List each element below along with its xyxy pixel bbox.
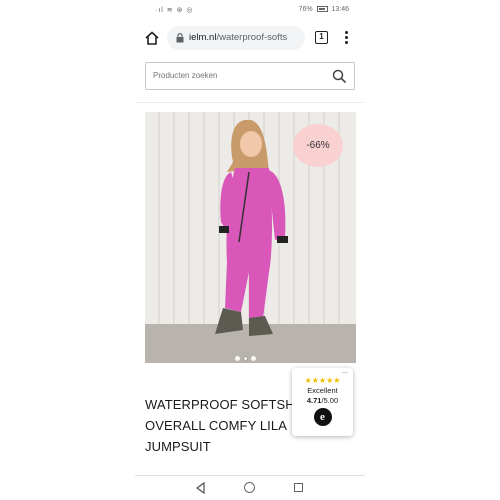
star-rating-icon: ★★★★★ [304,376,341,385]
recent-apps-icon[interactable] [294,483,303,492]
search-input[interactable] [153,71,323,80]
discount-badge: -66% [293,124,343,167]
rating-score: 4.71/5.00 [292,396,353,405]
rating-value: 4.71 [306,396,322,405]
rating-label: Excellent [307,386,338,395]
tab-switcher-button[interactable]: 1 [315,31,328,44]
back-icon[interactable] [195,482,206,494]
product-title-line: WATERPROOF SOFTSHELL [145,397,300,412]
status-right: 76% 13:46 [299,6,349,13]
rating-max: /5.00 [321,396,339,405]
product-title-line: OVERALL COMFY LILA [145,418,287,433]
carousel-dot[interactable] [235,356,240,361]
more-icon[interactable]: ... [342,368,348,375]
trust-badge-widget[interactable]: ... ★★★★★ Excellent 4.71/5.00 e [292,368,353,436]
trusted-shops-logo-icon: e [313,408,332,426]
product-title-line: JUMPSUIT [145,439,211,454]
home-icon[interactable] [143,29,161,47]
phone-screen: ·ıl ≋ ⊛ ◎ 76% 13:46 ielm.nl/waterproof-s… [135,0,365,500]
carousel-dot-active[interactable] [243,356,248,361]
clock: 13:46 [331,6,349,13]
browser-toolbar: ielm.nl/waterproof-softs 1 [135,22,365,54]
battery-percent: 76% [298,6,313,13]
url-domain: ielm.nl [189,32,217,43]
product-title: WATERPROOF SOFTSHELL OVERALL COMFY LILA … [145,394,300,464]
url-path: /waterproof-softs [216,32,288,43]
carousel-dot[interactable] [251,356,256,361]
product-search-box [145,62,355,90]
battery-icon [316,6,328,13]
status-bar: ·ıl ≋ ⊛ ◎ 76% 13:46 [135,0,365,20]
address-bar[interactable]: ielm.nl/waterproof-softs [167,26,305,50]
overflow-menu-icon[interactable] [342,30,350,46]
lock-icon [176,33,184,43]
search-icon[interactable] [332,69,347,84]
android-nav-bar [135,475,365,500]
divider [135,102,365,103]
status-icons: ·ıl ≋ ⊛ ◎ [155,7,194,14]
url-text: ielm.nl/waterproof-softs [189,32,301,43]
home-circle-icon[interactable] [244,482,255,493]
image-carousel-dots [235,348,259,366]
